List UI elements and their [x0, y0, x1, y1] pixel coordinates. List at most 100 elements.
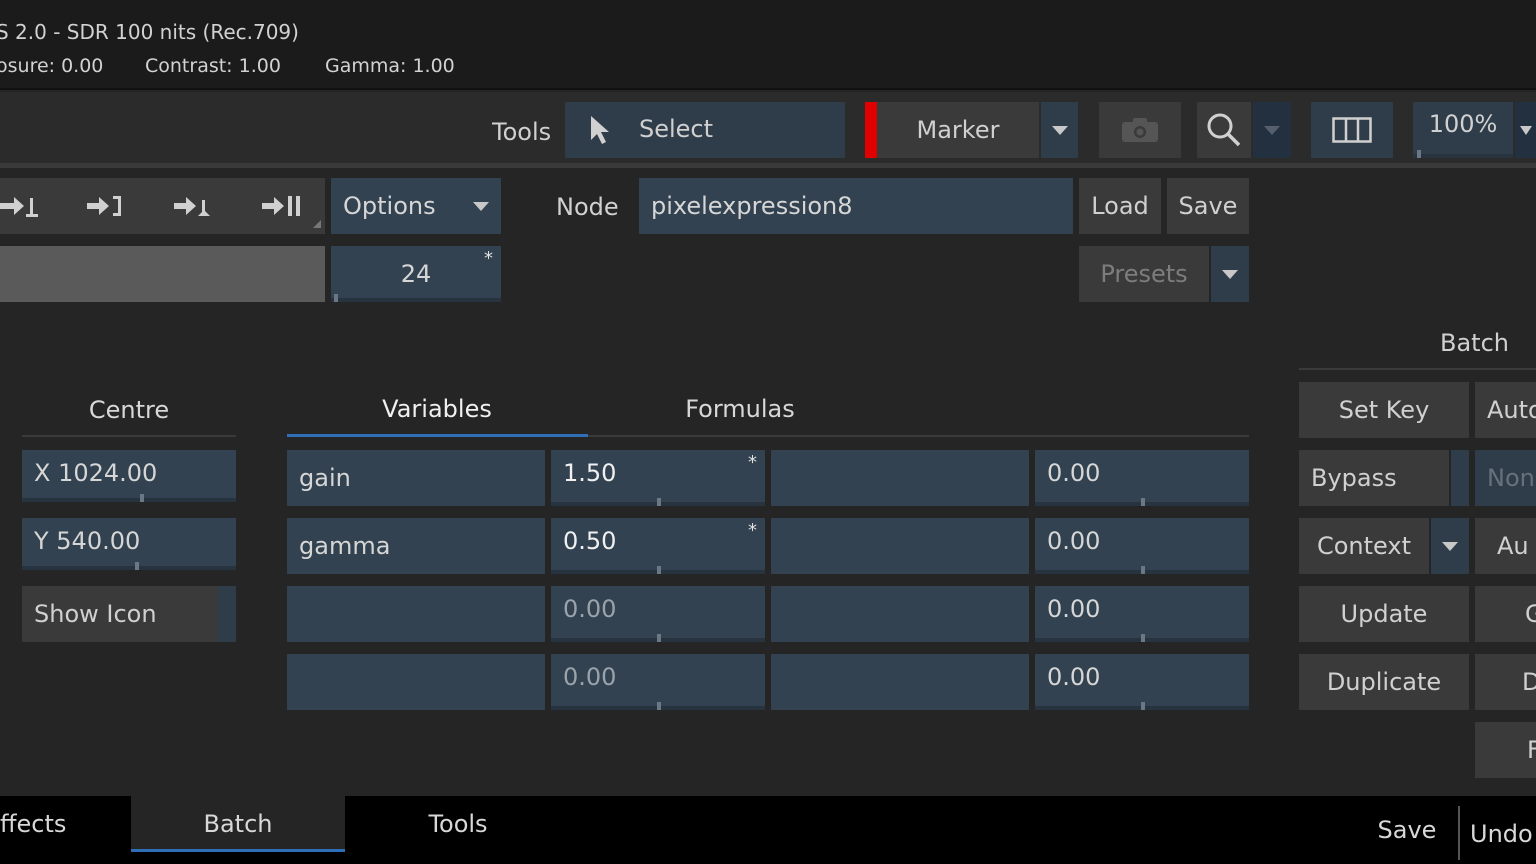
batch-panel-title: Batch [1440, 329, 1509, 357]
tools-label: Tools [492, 118, 552, 146]
slider-handle[interactable] [140, 494, 144, 502]
slider-track [22, 498, 236, 502]
tab-tools[interactable]: Tools [351, 796, 565, 852]
frame-rate-field[interactable]: 24 * [331, 246, 501, 302]
select-tool-button[interactable]: Select [565, 102, 845, 158]
show-icon-toggle[interactable] [218, 586, 236, 642]
centre-x-field[interactable]: X 1024.00 [22, 450, 236, 502]
bypass-toggle[interactable] [1451, 450, 1469, 506]
modified-star: * [748, 520, 757, 541]
viewer-info-bar: S 2.0 - SDR 100 nits (Rec.709) osure: 0.… [0, 0, 1536, 90]
marker-button[interactable]: Marker [877, 102, 1039, 158]
bottom-divider [1458, 806, 1460, 860]
context-button[interactable]: Context [1299, 518, 1429, 574]
tab-formulas[interactable]: Formulas [590, 395, 890, 423]
node-save-label: Save [1178, 192, 1238, 220]
chevron-down-icon [473, 202, 489, 211]
chevron-down-icon [1442, 541, 1458, 551]
variable-extra-input[interactable] [771, 586, 1029, 642]
f-button[interactable]: F [1475, 722, 1536, 778]
variable-extra-input[interactable] [771, 450, 1029, 506]
step-to-in-icon[interactable] [0, 192, 40, 220]
save-button[interactable]: Save [1370, 802, 1444, 858]
variable-extra-input[interactable] [771, 518, 1029, 574]
zoom-level-value: 100% [1428, 110, 1498, 138]
cursor-arrow-icon [591, 116, 609, 144]
load-label: Load [1091, 192, 1149, 220]
presets-button[interactable]: Presets [1079, 246, 1209, 302]
slider-handle[interactable] [1141, 566, 1145, 574]
variable-extra-input[interactable] [771, 654, 1029, 710]
load-button[interactable]: Load [1079, 178, 1161, 234]
slider-handle[interactable] [657, 702, 661, 710]
slider-handle[interactable] [1141, 498, 1145, 506]
variable-second-field[interactable]: 0.00 [1035, 518, 1249, 574]
presets-label: Presets [1100, 260, 1188, 288]
slider-handle[interactable] [657, 634, 661, 642]
bypass-button[interactable]: Bypass [1299, 450, 1449, 506]
tab-batch[interactable]: Batch [131, 796, 345, 852]
slider-handle[interactable] [1141, 634, 1145, 642]
variable-value-field[interactable]: 0.00 [551, 654, 765, 710]
show-icon-button[interactable]: Show Icon [22, 586, 218, 642]
zoom-slider-handle[interactable] [1417, 150, 1421, 158]
zoom-dropdown-button[interactable] [1253, 102, 1291, 158]
slider-handle[interactable] [135, 562, 139, 570]
slider-handle[interactable] [657, 498, 661, 506]
split-view-button[interactable] [1311, 102, 1393, 158]
go-to-end-bracket-icon[interactable] [85, 192, 125, 220]
variable-name-input[interactable]: gamma [287, 518, 545, 574]
variable-second-field[interactable]: 0.00 [1035, 586, 1249, 642]
variable-name-input[interactable] [287, 586, 545, 642]
context-dropdown[interactable] [1431, 518, 1469, 574]
options-dropdown[interactable]: Options [331, 178, 501, 234]
contrast-label: Contrast: 1.00 [145, 55, 281, 77]
active-bottom-tab-indicator [131, 849, 345, 852]
variable-value-field[interactable]: 0.00 [551, 586, 765, 642]
slider-handle[interactable] [657, 566, 661, 574]
columns-icon [1332, 117, 1372, 143]
slider-handle[interactable] [1141, 702, 1145, 710]
display-space-label: S 2.0 - SDR 100 nits (Rec.709) [0, 20, 299, 44]
node-name-value: pixelexpression8 [651, 192, 853, 220]
node-name-input[interactable]: pixelexpression8 [639, 178, 1073, 234]
corner-indicator-icon [313, 220, 321, 228]
d-button[interactable]: D [1475, 654, 1536, 710]
modified-star: * [748, 452, 757, 473]
variable-name-input[interactable]: gain [287, 450, 545, 506]
presets-dropdown[interactable] [1211, 246, 1249, 302]
none-dropdown[interactable]: None [1475, 450, 1536, 506]
tab-effects[interactable]: ffects [0, 796, 80, 852]
select-tool-label: Select [639, 115, 714, 143]
variable-second-field[interactable]: 0.00 [1035, 654, 1249, 710]
au-button[interactable]: Au ( [1475, 518, 1536, 574]
zoom-level-dropdown[interactable] [1515, 102, 1536, 158]
node-save-button[interactable]: Save [1167, 178, 1249, 234]
zoom-tool-button[interactable] [1197, 102, 1251, 158]
zoom-level-field[interactable]: 100% [1413, 102, 1513, 158]
tab-variables[interactable]: Variables [287, 395, 587, 423]
variable-second-field[interactable]: 0.00 [1035, 450, 1249, 506]
marker-color-swatch[interactable] [865, 102, 877, 158]
auto-key-button[interactable]: Auto [1475, 382, 1536, 438]
g-button[interactable]: G [1475, 586, 1536, 642]
zoom-slider-track [1413, 154, 1513, 158]
slider-handle[interactable] [334, 294, 338, 302]
timeline-scrubber[interactable] [0, 246, 325, 302]
centre-y-field[interactable]: Y 540.00 [22, 518, 236, 570]
snapshot-button[interactable] [1099, 102, 1181, 158]
step-to-mark-icon[interactable] [172, 192, 212, 220]
undo-button[interactable]: Undo [1470, 806, 1536, 862]
options-label: Options [343, 192, 436, 220]
update-button[interactable]: Update [1299, 586, 1469, 642]
variable-name-input[interactable] [287, 654, 545, 710]
active-tab-indicator [287, 434, 588, 437]
marker-dropdown-button[interactable] [1041, 102, 1078, 158]
duplicate-button[interactable]: Duplicate [1299, 654, 1469, 710]
step-to-pause-icon[interactable] [260, 192, 304, 220]
centre-x-value: X 1024.00 [34, 459, 158, 487]
variable-value-field[interactable]: 0.50 * [551, 518, 765, 574]
variable-value-field[interactable]: 1.50 * [551, 450, 765, 506]
transport-controls [0, 178, 325, 234]
set-key-button[interactable]: Set Key [1299, 382, 1469, 438]
